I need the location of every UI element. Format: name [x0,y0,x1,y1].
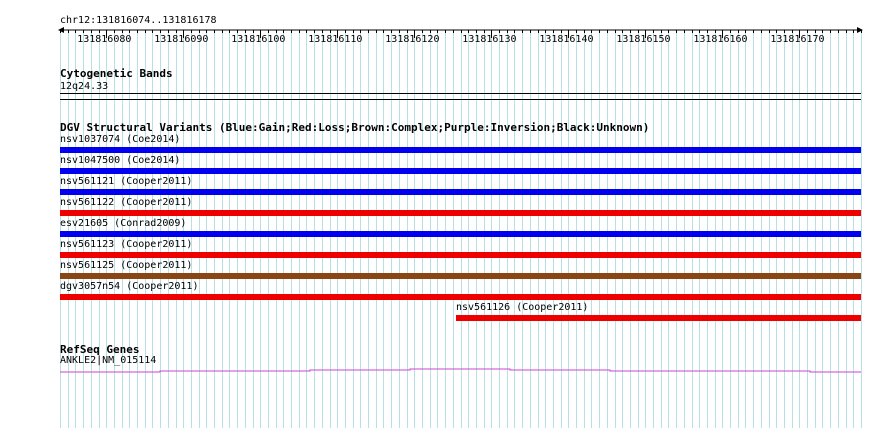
variant-label[interactable]: nsv1037074 (Coe2014) [60,134,180,146]
ruler-tick-label: 131816080 [77,34,132,45]
ruler-right-arrow-icon [857,27,863,33]
variant-label[interactable]: nsv561126 (Cooper2011) [456,302,588,314]
ruler-tick-label: 131816110 [308,34,363,45]
cytoband-label: 12q24.33 [60,81,109,92]
variant-label[interactable]: esv21605 (Conrad2009) [60,218,186,230]
gene-model[interactable] [0,364,890,376]
ruler-tick-label: 131816160 [693,34,748,45]
variant-label[interactable]: nsv1047500 (Coe2014) [60,155,180,167]
ruler-tick-label: 131816130 [462,34,517,45]
variant-bar[interactable] [60,231,861,237]
variant-bar[interactable] [60,210,861,216]
variant-label[interactable]: nsv561121 (Cooper2011) [60,176,192,188]
variant-bar[interactable] [60,294,861,300]
ruler-axis [58,27,863,38]
dgv-track-title: DGV Structural Variants (Blue:Gain;Red:L… [60,121,650,134]
ruler-tick-label: 131816170 [770,34,825,45]
cytobands-track-title: Cytogenetic Bands [60,67,173,80]
variant-bar[interactable] [60,168,861,174]
genome-browser-view: chr12:131816074..131816178 131816080 1318… [0,0,890,428]
variant-bar[interactable] [60,189,861,195]
variant-label[interactable]: nsv561123 (Cooper2011) [60,239,192,251]
ruler-tick-label: 131816140 [539,34,594,45]
cytoband-line-top [60,93,861,94]
cytoband-line-bottom [60,99,861,100]
ruler-tick-label: 131816150 [616,34,671,45]
variant-label[interactable]: nsv561125 (Cooper2011) [60,260,192,272]
ruler-tick-label: 131816100 [231,34,286,45]
ruler-tick-label: 131816090 [154,34,209,45]
variant-label[interactable]: nsv561122 (Cooper2011) [60,197,192,209]
ruler-tick-label: 131816120 [385,34,440,45]
variant-bar[interactable] [60,252,861,258]
variant-bar[interactable] [456,315,861,321]
variant-label[interactable]: dgv3057n54 (Cooper2011) [60,281,198,293]
variant-bar[interactable] [60,147,861,153]
variant-bar[interactable] [60,273,861,279]
